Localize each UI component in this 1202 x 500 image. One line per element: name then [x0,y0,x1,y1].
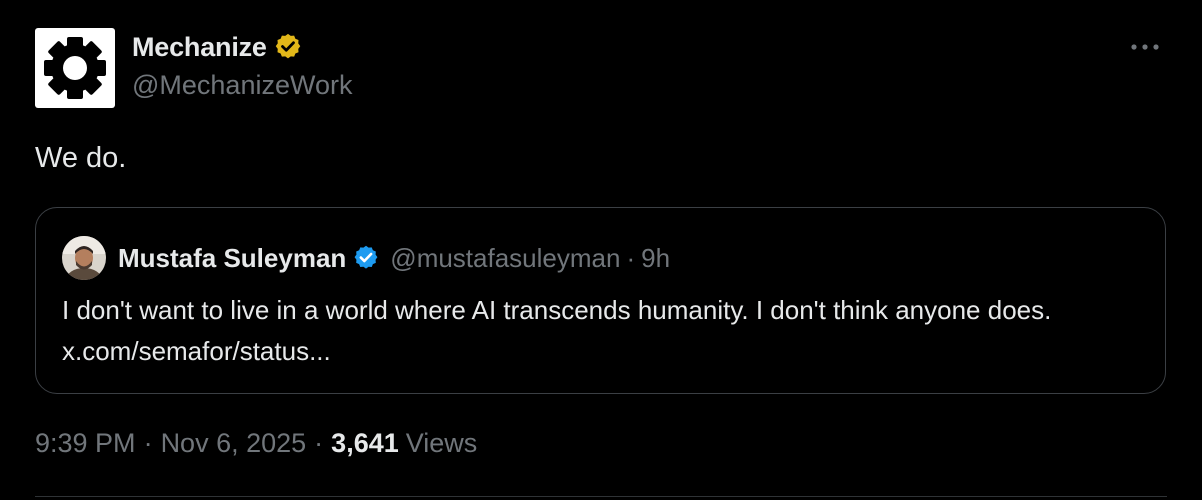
author-display-name[interactable]: Mechanize [132,32,267,63]
separator-dot: · [626,242,636,273]
views-label: Views [405,428,478,458]
verified-badge-icon[interactable] [352,244,380,272]
more-options-button[interactable] [1128,32,1162,62]
tweet-meta: 9:39 PM · Nov 6, 2025 · 3,641 Views [35,428,477,459]
tweet-time[interactable]: 9:39 PM [35,428,136,459]
quoted-tweet-header: Mustafa Suleyman @mustafasuleyman · 9h [118,240,670,276]
verified-badge-icon[interactable] [273,32,303,62]
author-handle[interactable]: @MechanizeWork [132,70,352,101]
divider [35,496,1167,497]
separator-dot: · [314,428,324,458]
quoted-tweet-text: I don't want to live in a world where AI… [62,295,1052,366]
quoted-tweet[interactable]: Mustafa Suleyman @mustafasuleyman · 9h I… [35,207,1166,394]
tweet-card: Mechanize @MechanizeWork We do. Mustafa … [0,0,1202,500]
tweet-text: We do. [35,142,127,174]
quoted-tweet-time[interactable]: 9h [641,243,670,274]
separator-dot: · [143,428,153,458]
author-avatar[interactable] [35,28,115,108]
author-name-row: Mechanize [132,30,352,64]
gear-icon [44,37,106,99]
views-count: 3,641 [331,428,399,458]
tweet-date[interactable]: Nov 6, 2025 [161,428,307,459]
quoted-author-handle[interactable]: @mustafasuleyman [390,243,620,274]
quoted-author-avatar[interactable] [62,236,106,280]
quoted-author-name[interactable]: Mustafa Suleyman [118,243,346,274]
more-dots-icon [1131,44,1159,50]
author-info: Mechanize @MechanizeWork [132,30,352,101]
